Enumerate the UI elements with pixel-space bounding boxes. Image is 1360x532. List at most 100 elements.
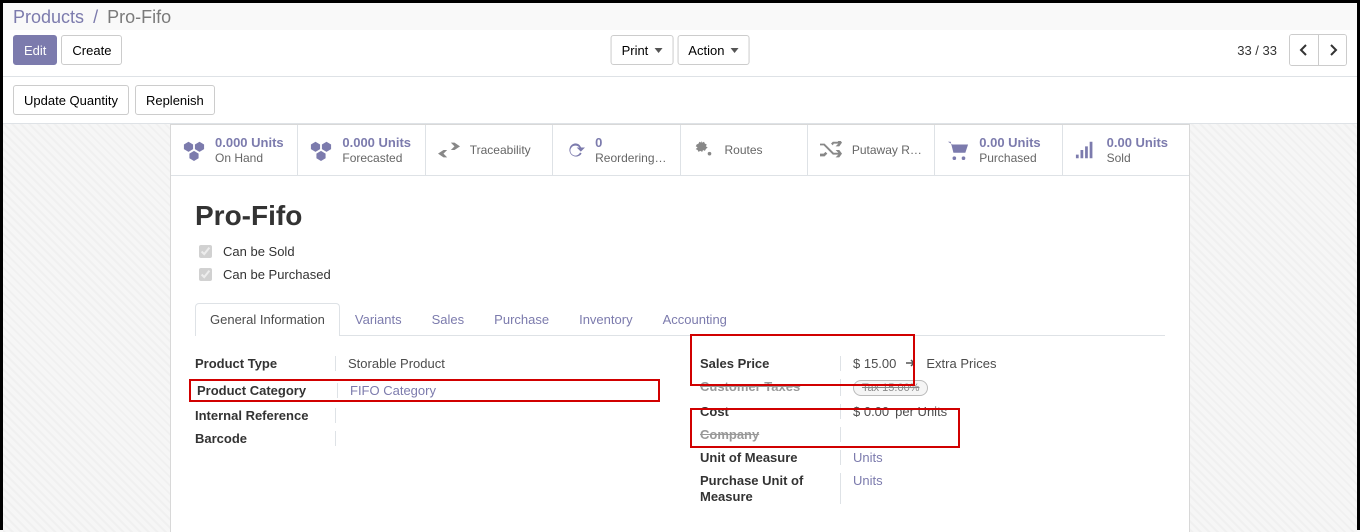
stat-traceability[interactable]: Traceability — [426, 125, 553, 175]
stat-reordering[interactable]: 0Reordering … — [553, 125, 680, 175]
refresh-icon — [565, 140, 585, 160]
can-be-purchased-checkbox[interactable] — [199, 268, 212, 281]
value-cost-unit: per Units — [895, 404, 947, 419]
cubes-icon — [310, 139, 332, 161]
stat-value: 0.000 Units — [342, 135, 411, 151]
breadcrumb: Products / Pro-Fifo — [3, 3, 1357, 30]
stat-label: Traceability — [470, 143, 531, 157]
breadcrumb-root[interactable]: Products — [13, 7, 84, 27]
control-bar: Edit Create Print Action 33 / 33 — [3, 30, 1357, 77]
sub-toolbar: Update Quantity Replenish — [3, 77, 1357, 124]
form-sheet: 0.000 UnitsOn Hand 0.000 UnitsForecasted… — [170, 124, 1190, 532]
stat-value: 0.000 Units — [215, 135, 284, 151]
print-dropdown[interactable]: Print — [611, 35, 674, 65]
stats-row: 0.000 UnitsOn Hand 0.000 UnitsForecasted… — [171, 125, 1189, 176]
tab-general-information[interactable]: General Information — [195, 303, 340, 336]
value-uom[interactable]: Units — [840, 450, 1165, 465]
print-label: Print — [622, 43, 649, 58]
stat-label: On Hand — [215, 151, 284, 165]
value-purchase-uom[interactable]: Units — [840, 473, 1165, 504]
label-product-category: Product Category — [197, 383, 337, 398]
label-cost: Cost — [700, 404, 840, 419]
can-be-purchased-label: Can be Purchased — [223, 267, 331, 282]
row-company: Company — [700, 427, 1165, 442]
gears-icon — [693, 139, 715, 161]
row-product-type: Product Type Storable Product — [195, 356, 660, 371]
value-product-category[interactable]: FIFO Category — [337, 383, 652, 398]
row-internal-reference: Internal Reference — [195, 408, 660, 423]
pager-prev[interactable] — [1290, 35, 1318, 65]
form-right: Sales Price $ 15.00 Extra Prices Custome… — [700, 356, 1165, 512]
can-be-sold-row: Can be Sold — [195, 242, 1165, 261]
can-be-sold-label: Can be Sold — [223, 244, 295, 259]
barchart-icon — [1075, 141, 1097, 159]
shuffle-icon — [820, 141, 842, 159]
stat-purchased[interactable]: 0.00 UnitsPurchased — [935, 125, 1062, 175]
value-product-type: Storable Product — [335, 356, 660, 371]
arrows-icon — [438, 142, 460, 158]
tab-variants[interactable]: Variants — [340, 303, 417, 336]
row-barcode: Barcode — [195, 431, 660, 446]
tab-sales[interactable]: Sales — [417, 303, 480, 336]
stat-label: Putaway Rules — [852, 143, 922, 157]
row-product-category: Product Category FIFO Category — [189, 379, 660, 402]
stat-on-hand[interactable]: 0.000 UnitsOn Hand — [171, 125, 298, 175]
caret-down-icon — [730, 48, 738, 53]
stat-routes[interactable]: Routes — [681, 125, 808, 175]
action-dropdown[interactable]: Action — [677, 35, 749, 65]
update-quantity-button[interactable]: Update Quantity — [13, 85, 129, 115]
row-cost: Cost $ 0.00 per Units — [700, 404, 1165, 419]
label-purchase-uom: Purchase Unit of Measure — [700, 473, 840, 504]
product-name: Pro-Fifo — [195, 200, 1165, 232]
tab-accounting[interactable]: Accounting — [648, 303, 742, 336]
cart-icon — [947, 140, 969, 160]
stat-label: Routes — [725, 143, 763, 157]
form-left: Product Type Storable Product Product Ca… — [195, 356, 660, 512]
stat-label: Sold — [1107, 151, 1168, 165]
arrow-right-icon — [906, 356, 916, 371]
label-internal-reference: Internal Reference — [195, 408, 335, 423]
stat-forecast[interactable]: 0.000 UnitsForecasted — [298, 125, 425, 175]
label-sales-price: Sales Price — [700, 356, 840, 371]
breadcrumb-current: Pro-Fifo — [107, 7, 171, 27]
value-barcode — [335, 431, 660, 446]
create-button[interactable]: Create — [61, 35, 122, 65]
label-barcode: Barcode — [195, 431, 335, 446]
action-label: Action — [688, 43, 724, 58]
stat-sold[interactable]: 0.00 UnitsSold — [1063, 125, 1189, 175]
tab-purchase[interactable]: Purchase — [479, 303, 564, 336]
stat-value: 0 — [595, 135, 667, 151]
tax-tag: Tax 15.00% — [853, 380, 928, 396]
chevron-left-icon — [1299, 43, 1309, 57]
can-be-sold-checkbox[interactable] — [199, 245, 212, 258]
replenish-button[interactable]: Replenish — [135, 85, 215, 115]
stat-value: 0.00 Units — [1107, 135, 1168, 151]
label-product-type: Product Type — [195, 356, 335, 371]
label-uom: Unit of Measure — [700, 450, 840, 465]
pager-next[interactable] — [1318, 35, 1346, 65]
stat-label: Forecasted — [342, 151, 411, 165]
row-purchase-uom: Purchase Unit of Measure Units — [700, 473, 1165, 504]
label-customer-taxes: Customer Taxes — [700, 379, 840, 396]
value-sales-price: $ 15.00 — [853, 356, 896, 371]
can-be-purchased-row: Can be Purchased — [195, 265, 1165, 284]
breadcrumb-sep: / — [93, 7, 98, 27]
row-sales-price: Sales Price $ 15.00 Extra Prices — [700, 356, 1165, 371]
value-company — [840, 427, 1165, 442]
stat-label: Reordering … — [595, 151, 667, 165]
value-internal-reference — [335, 408, 660, 423]
stat-label: Purchased — [979, 151, 1040, 165]
caret-down-icon — [654, 48, 662, 53]
label-company: Company — [700, 427, 840, 442]
stat-value: 0.00 Units — [979, 135, 1040, 151]
pager-text: 33 / 33 — [1237, 43, 1277, 58]
stat-putaway[interactable]: Putaway Rules — [808, 125, 935, 175]
value-cost: $ 0.00 — [853, 404, 889, 419]
edit-button[interactable]: Edit — [13, 35, 57, 65]
tab-inventory[interactable]: Inventory — [564, 303, 647, 336]
tabs: General Information Variants Sales Purch… — [195, 302, 1165, 336]
cubes-icon — [183, 139, 205, 161]
row-uom: Unit of Measure Units — [700, 450, 1165, 465]
row-customer-taxes: Customer Taxes Tax 15.00% — [700, 379, 1165, 396]
extra-prices-link[interactable]: Extra Prices — [926, 356, 996, 371]
